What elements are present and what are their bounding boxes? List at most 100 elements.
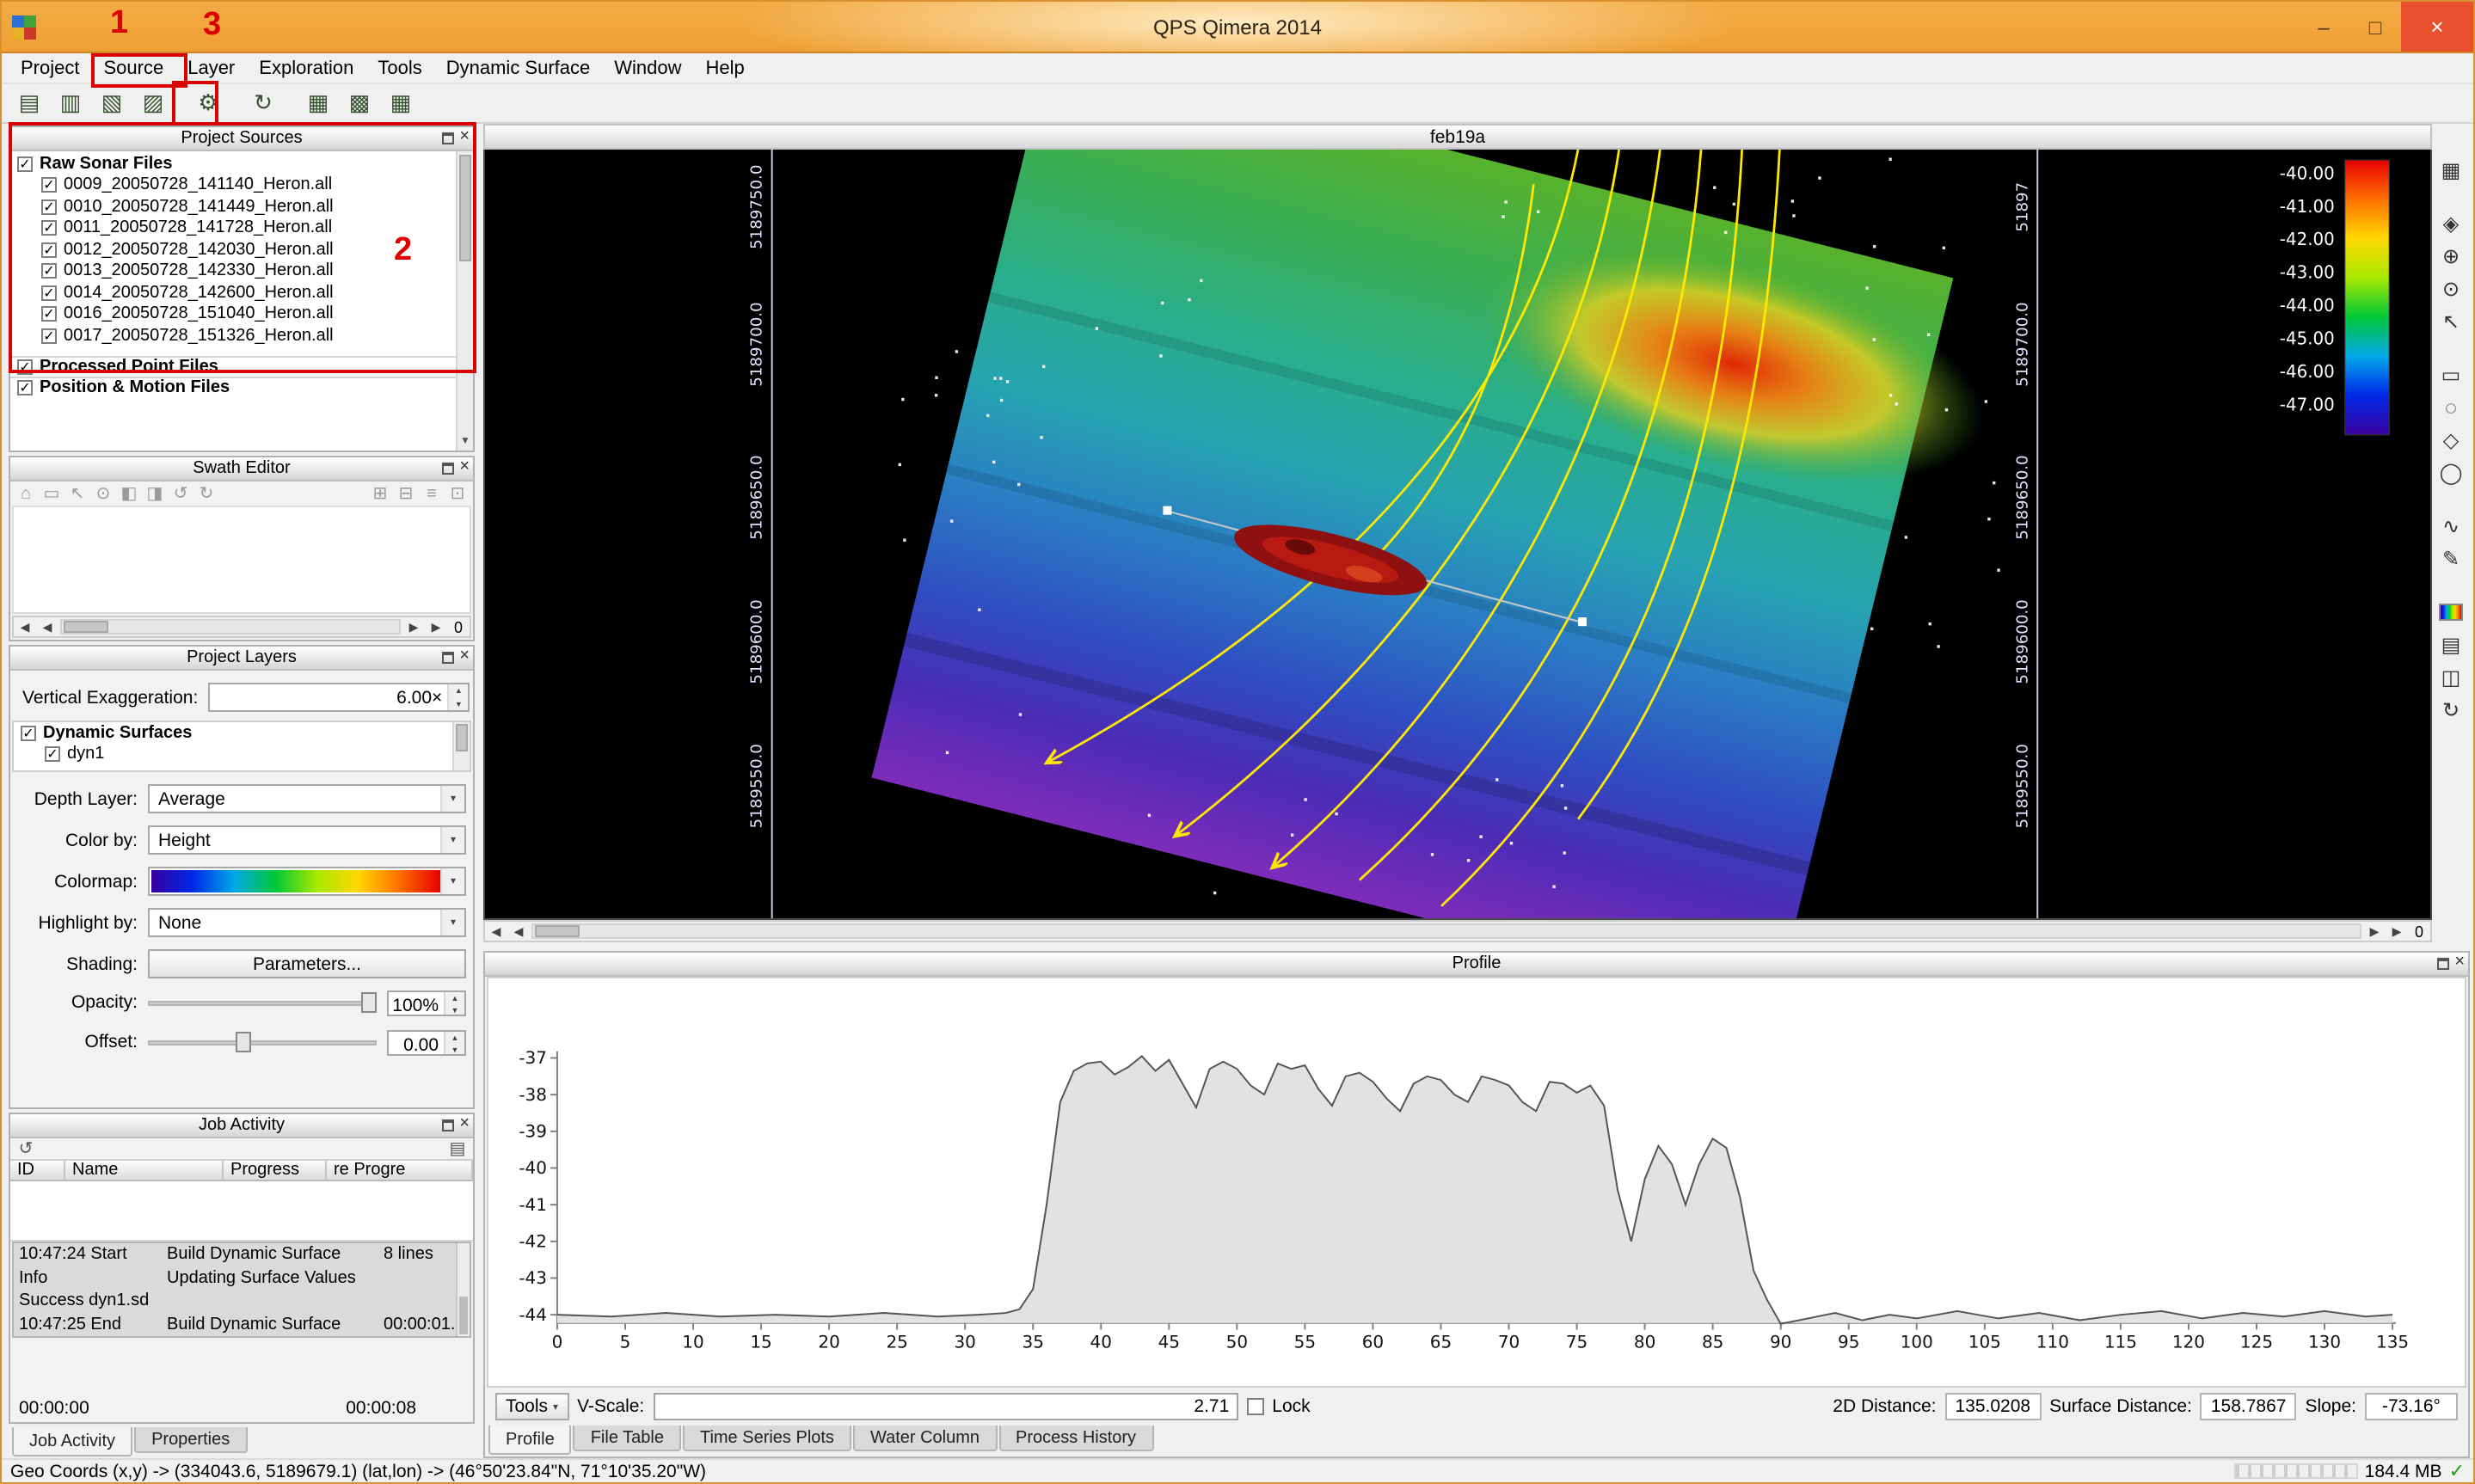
menu-item-tools[interactable]: Tools [365,54,433,82]
scroll-right-icon[interactable]: ▶ [2363,924,2386,938]
tree-group-raw-sonar-files[interactable]: ✓Raw Sonar Files [10,153,473,175]
spinner-arrows[interactable]: ▲▼ [444,1031,464,1053]
menu-item-source[interactable]: Source [92,54,176,82]
import-files-icon[interactable]: ▨ [136,86,170,120]
float-panel-icon[interactable] [2437,957,2449,969]
rotate-view-icon[interactable]: ↻ [2435,695,2466,724]
scene-scrollbar[interactable]: ◀ ◀ ▶ ▶ 0 [483,920,2432,942]
tree-item-0017-20050728-151326-heron-all[interactable]: ✓0017_20050728_151326_Heron.all [10,325,473,346]
scroll-thumb[interactable] [64,621,108,633]
layers-tree-scrollbar[interactable] [452,722,470,770]
tab-water-column[interactable]: Water Column [853,1426,997,1451]
tree-group-processed-point-files[interactable]: ✓Processed Point Files [10,355,473,377]
tree-item-0016-20050728-151040-heron-all[interactable]: ✓0016_20050728_151040_Heron.all [10,304,473,325]
lock-checkbox[interactable] [1246,1398,1263,1415]
checkbox[interactable]: ✓ [41,285,57,301]
swath-home-icon[interactable]: ⌂ [15,483,36,504]
checkbox[interactable]: ✓ [41,242,57,258]
profile-chart[interactable]: -37-38-39-40-41-42-43-440510152025303540… [488,978,2465,1386]
profile-tools-button[interactable]: Tools ▾ [495,1393,568,1420]
swath-select-icon[interactable]: ▭ [41,483,62,504]
add-raw-files-icon[interactable]: ▧ [95,86,129,120]
tree-item-dyn1[interactable]: ✓ dyn1 [14,744,470,765]
build-surface-icon[interactable]: ▦ [301,86,335,120]
tree-item-0014-20050728-142600-heron-all[interactable]: ✓0014_20050728_142600_Heron.all [10,282,473,304]
refresh-icon[interactable]: ↻ [246,86,280,120]
scroll-left-icon[interactable]: ◀ [507,924,530,938]
minimize-button[interactable]: – [2298,2,2349,52]
scroll-track[interactable] [531,923,2361,939]
swath-reject-icon[interactable]: ◨ [144,483,165,504]
scroll-left-icon[interactable]: ◀ [14,620,36,634]
tree-scrollbar[interactable]: ▼ [456,151,473,451]
close-panel-icon[interactable]: × [459,650,470,664]
depth-layer-select[interactable]: Average ▾ [148,784,466,813]
scene-3d-view[interactable]: 5189750.05189700.05189650.05189600.05189… [485,150,2430,918]
scroll-thumb[interactable] [535,925,580,937]
swath-prev-icon[interactable]: ⊞ [370,483,390,504]
scroll-right-icon[interactable]: ▶ [2386,924,2408,938]
new-project-icon[interactable]: ▤ [12,86,46,120]
checkbox[interactable]: ✓ [17,381,33,396]
tree-group-position-motion-files[interactable]: ✓Position & Motion Files [10,377,473,398]
auto-process-gears-icon[interactable]: ⚙ [191,86,225,120]
spinner-arrows[interactable]: ▲▼ [444,991,464,1014]
tab-properties[interactable]: Properties [134,1427,247,1453]
tab-time-series-plots[interactable]: Time Series Plots [683,1426,851,1451]
profile-chart-area[interactable]: -37-38-39-40-41-42-43-440510152025303540… [487,977,2466,1388]
float-panel-icon[interactable] [442,462,454,474]
scroll-right-icon[interactable]: ▶ [402,620,425,634]
menu-item-layer[interactable]: Layer [175,54,247,82]
job-log[interactable]: 10:47:24 StartBuild Dynamic Surface8 lin… [12,1242,471,1338]
opacity-input[interactable]: 100% ▲▼ [387,990,466,1015]
rect-select-icon[interactable]: ▭ [2435,359,2466,389]
float-panel-icon[interactable] [442,651,454,663]
swath-view[interactable] [12,506,471,614]
update-surface-icon[interactable]: ▩ [342,86,377,120]
close-panel-icon[interactable]: × [459,461,470,475]
tree-item-0011-20050728-141728-heron-all[interactable]: ✓0011_20050728_141728_Heron.all [10,218,473,239]
layers-icon[interactable]: ▤ [2435,629,2466,659]
profile-line-icon[interactable]: ∿ [2435,511,2466,540]
close-panel-icon[interactable]: × [459,1118,470,1131]
tree-item-0009-20050728-141140-heron-all[interactable]: ✓0009_20050728_141140_Heron.all [10,175,473,196]
menu-item-window[interactable]: Window [602,54,693,82]
highlight-by-select[interactable]: None ▾ [148,908,466,937]
menu-item-dynamic-surface[interactable]: Dynamic Surface [434,54,603,82]
shading-parameters-button[interactable]: Parameters... [148,949,466,978]
swath-info-icon[interactable]: ⊡ [447,483,468,504]
swath-cursor-icon[interactable]: ↖ [67,483,88,504]
offset-input[interactable]: 0.00 ▲▼ [387,1029,466,1055]
log-scrollbar[interactable] [456,1243,470,1336]
spinner-arrows[interactable]: ▲▼ [447,684,468,710]
compass-icon[interactable]: ◈ [2435,208,2466,237]
checkbox[interactable]: ✓ [17,156,33,172]
offset-slider[interactable] [148,1030,377,1054]
scene-viewport[interactable]: 5189750.05189700.05189650.05189600.05189… [483,150,2432,920]
checkbox[interactable]: ✓ [41,178,57,193]
cursor-select-icon[interactable]: ↖ [2435,306,2466,335]
vertical-exaggeration-input[interactable]: 6.00× ▲▼ [208,683,470,712]
color-by-select[interactable]: Height ▾ [148,825,466,855]
menu-item-help[interactable]: Help [694,54,757,82]
checkbox[interactable]: ✓ [45,747,60,763]
opacity-slider[interactable] [148,990,377,1015]
float-panel-icon[interactable] [442,1119,454,1131]
crosshair-icon[interactable]: ⊕ [2435,241,2466,270]
swath-next-icon[interactable]: ⊟ [396,483,416,504]
undo-icon[interactable]: ↺ [15,1139,36,1158]
polygon-select-icon[interactable]: ◇ [2435,425,2466,454]
ellipse-select-icon[interactable]: ◌ [2435,392,2466,421]
swath-scrollbar[interactable]: ◀ ◀ ▶ ▶ 0 [12,616,471,638]
scroll-down-icon[interactable]: ▼ [458,435,473,451]
swath-accept-icon[interactable]: ◧ [119,483,139,504]
close-panel-icon[interactable]: × [459,131,470,144]
tab-file-table[interactable]: File Table [574,1426,681,1451]
target-pick-icon[interactable]: ⊙ [2435,273,2466,303]
scroll-left-icon[interactable]: ◀ [485,924,507,938]
colormap-select[interactable]: ▾ [148,867,466,896]
palette-icon[interactable] [2435,597,2466,626]
checkbox[interactable]: ✓ [21,726,36,741]
v-scale-input[interactable]: 2.71 [653,1393,1238,1420]
checkbox[interactable]: ✓ [41,264,57,279]
